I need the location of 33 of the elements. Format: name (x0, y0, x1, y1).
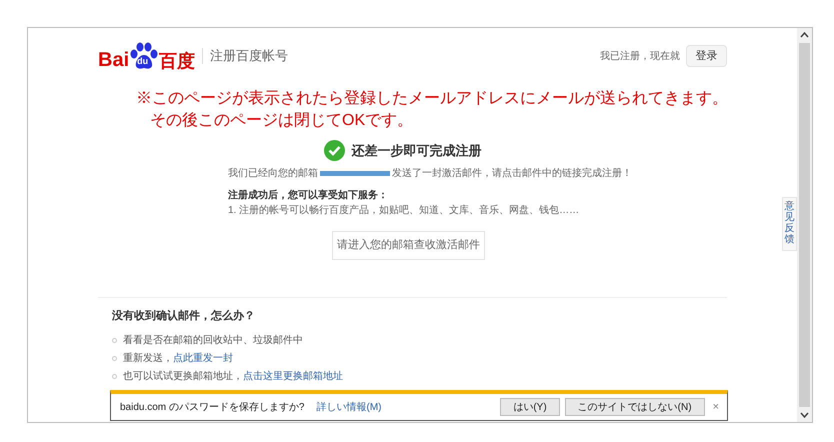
status-title: 还差一步即可完成注册 (352, 142, 482, 160)
help-item: 重新发送， (123, 352, 173, 366)
benefit-item: 1. 注册的帐号可以畅行百度产品，如贴吧、知道、文库、音乐、网盘、钱包…… (228, 204, 580, 218)
feedback-tab[interactable]: 意见反馈 (782, 197, 797, 251)
bullet-icon (112, 356, 117, 360)
annotation-text: ※このページが表示されたら登録したメールアドレスにメールが送られてきます。 (136, 88, 729, 109)
check-icon (324, 140, 344, 161)
prompt-button[interactable]: このサイトではしない(N) (564, 398, 705, 416)
bullet-icon (112, 338, 117, 342)
check-mail-button[interactable]: 请进入您的邮箱查收激活邮件 (332, 231, 485, 260)
help-link[interactable]: 点此重发一封 (173, 350, 233, 366)
more-info-link[interactable]: 詳しい情報(M) (316, 400, 382, 414)
logo[interactable]: Bai du 百度 (98, 42, 196, 70)
help-title: 没有收到确认邮件，怎么办？ (112, 308, 256, 324)
prompt-button[interactable]: はい(Y) (500, 398, 560, 416)
help-item: 看看是否在邮箱的回收站中、垃圾邮件中 (123, 334, 303, 348)
status-message: 我们已经向您的邮箱 发送了一封激活邮件，请点击邮件中的链接完成注册！ (228, 166, 632, 181)
logo-mark: du (137, 57, 148, 66)
login-prompt: 我已注册，现在就 (600, 50, 680, 64)
paw-icon (129, 42, 160, 70)
password-prompt: baidu.com のパスワードを保存しますか? (120, 400, 304, 414)
logo-text: 百度 (159, 52, 196, 70)
help-item: 也可以试试更换邮箱地址， (123, 370, 243, 384)
logo-text: Bai (98, 50, 130, 70)
bullet-icon (112, 374, 117, 378)
annotation-text: その後このページは閉じてOKです。 (149, 111, 414, 131)
help-link[interactable]: 点击这里更换邮箱地址 (243, 368, 343, 384)
redaction-bar (320, 171, 390, 176)
scroll-thumb[interactable] (799, 43, 810, 407)
login-button[interactable]: 登录 (686, 45, 727, 67)
benefits-title: 注册成功后，您可以享受如下服务： (228, 188, 388, 203)
page-title: 注册百度帐号 (210, 47, 288, 66)
close-button[interactable]: × (712, 398, 719, 416)
